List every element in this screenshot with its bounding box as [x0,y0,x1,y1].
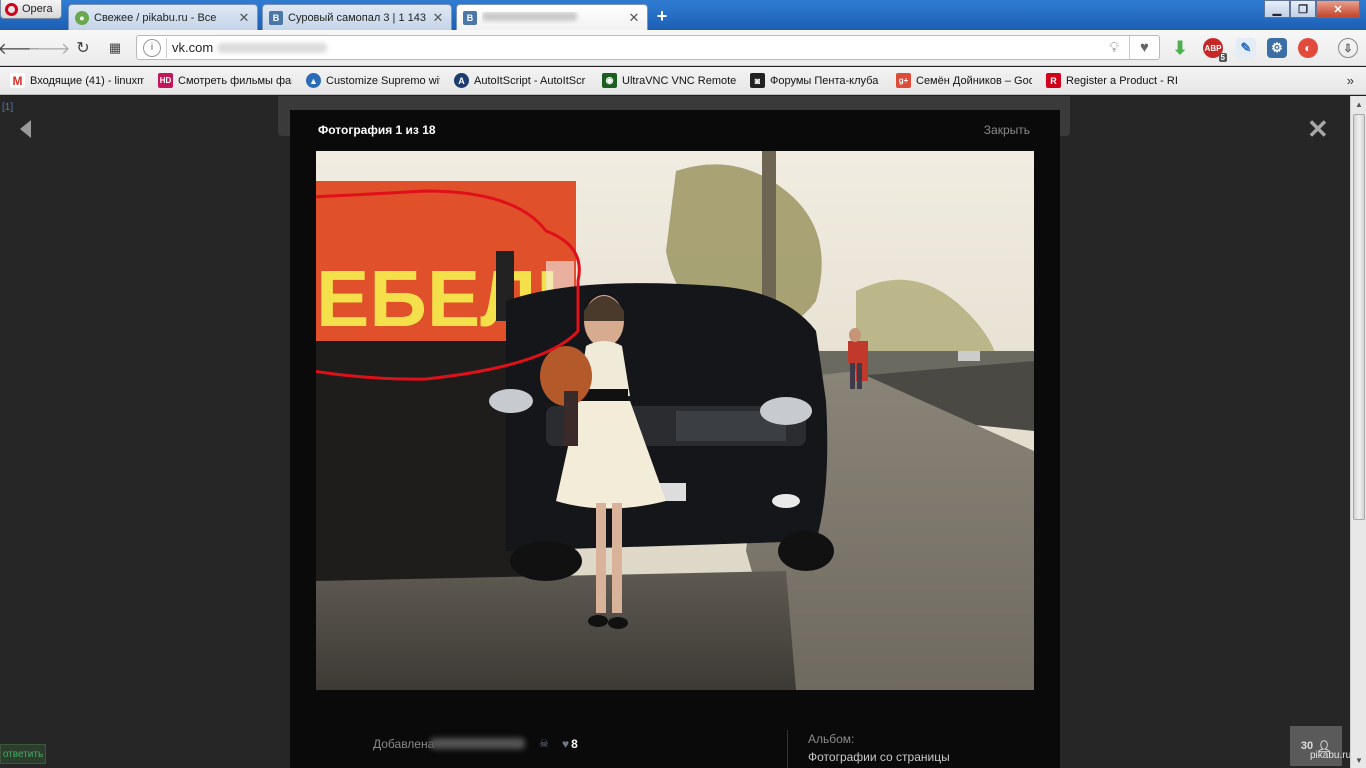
downloads-icon[interactable]: ⇩ [1338,38,1358,58]
tab-pikabu[interactable]: ● Свежее / pikabu.ru - Все ✕ [68,4,258,30]
download-arrow-icon[interactable]: ⬇ [1170,38,1190,58]
navigation-bar: 🡐 🡒 ↻ ▦ i vk.com 💡︎ ♥ ⬇ ABP 5 ✎ ⚙ ◐ ⇩ [0,30,1366,66]
background-ticker: [1] [2,102,14,113]
bookmark-item[interactable]: g+ Семён Дойников – Goo [896,73,1032,88]
gmail-icon: M [10,73,25,88]
bookmark-item[interactable]: HD Смотреть фильмы фан [158,73,292,88]
bookmark-label: Customize Supremo with [326,74,440,87]
bookmark-item[interactable]: A AutoItScript - AutoItScr [454,73,588,88]
site-info-icon[interactable]: i [143,38,161,57]
bookmark-label: AutoItScript - AutoItScr [474,74,586,87]
address-bar[interactable]: i vk.com 💡︎ ♥ [136,35,1160,60]
abp-label: ABP [1204,43,1222,53]
bookmark-item[interactable]: M Входящие (41) - linuxm [10,73,144,88]
added-label: Добавлена [373,737,435,751]
tab-title-blurred [482,11,622,24]
close-link[interactable]: Закрыть [984,123,1030,137]
pikabu-watermark: pikabu.ru [1310,750,1350,761]
blurred-title [482,11,577,21]
pencil-icon[interactable]: ✎ [1236,38,1256,58]
close-viewer-icon[interactable]: ✕ [1307,116,1329,142]
address-separator [166,37,167,58]
gplus-icon: g+ [896,73,911,88]
autoit-icon: A [454,73,469,88]
window-controls: ▁ ❐ ✕ [1264,0,1360,18]
bookmark-label: UltraVNC VNC Remote S [622,74,736,87]
photo-image: ЕБЕЛЬ [316,151,1034,690]
album-link[interactable]: Фотографии со страницы [808,750,950,764]
new-tab-button[interactable]: + [653,7,671,26]
page-content: [1] ответить ✕ Фотография 1 из 18 Закрыт… [0,96,1350,768]
bookmarks-overflow-chevron-icon[interactable]: » [1347,73,1354,88]
vk-favicon-icon: В [463,10,477,25]
tab-vk-active[interactable]: В ✕ [456,4,648,30]
opera-menu-label: Opera [22,3,53,15]
opera-logo-icon [5,2,18,16]
abp-badge: 5 [1218,53,1227,62]
bookmark-label: Входящие (41) - linuxm [30,74,144,87]
scroll-down-arrow-icon[interactable]: ▼ [1351,752,1366,768]
speed-dial-grid-icon[interactable]: ▦ [104,38,126,58]
background-reply-button[interactable]: ответить [0,744,46,764]
adblock-plus-icon[interactable]: ABP 5 [1203,38,1227,62]
bookmark-label: Register a Product - RI [1066,74,1178,87]
photo[interactable]: ЕБЕЛЬ [316,151,1034,690]
photo-info-bar: Добавлена ☠ ♥ 8 Альбом: Фотографии со ст… [290,710,1060,768]
info-divider [787,730,788,768]
scroll-up-arrow-icon[interactable]: ▲ [1351,96,1366,112]
likes-count: 8 [571,737,578,751]
bookmark-item[interactable]: ◙ Форумы Пента-клуба [750,73,882,88]
tab-title: Свежее / pikabu.ru - Все [94,11,217,24]
pocket-icon[interactable]: ◐ [1298,38,1318,58]
photo-viewer: Фотография 1 из 18 Закрыть ЕБЕЛЬ Добавле… [290,110,1060,768]
hd-icon: HD [158,73,173,88]
browser-window: Opera ● Свежее / pikabu.ru - Все ✕ В Сур… [0,0,1366,768]
album-label: Альбом: [808,732,855,746]
bookmarks-bar: M Входящие (41) - linuxm HD Смотреть фильм… [0,67,1366,95]
minimize-button[interactable]: ▁ [1264,0,1290,18]
ri-icon: R [1046,73,1061,88]
vnc-icon: ◉ [602,73,617,88]
bookmark-item[interactable]: ◉ UltraVNC VNC Remote S [602,73,736,88]
camera-icon: ◙ [750,73,765,88]
photo-counter: Фотография 1 из 18 [318,123,436,137]
bookmark-label: Семён Дойников – Goo [916,74,1032,87]
supremo-icon: ▲ [306,73,321,88]
address-url[interactable]: vk.com [172,40,213,55]
blurred-date [430,738,525,749]
scroll-thumb[interactable] [1353,114,1365,520]
tab-vk-samopal[interactable]: В Суровый самопал 3 | 1 143 ✕ [262,4,452,30]
tab-bar: Opera ● Свежее / pikabu.ru - Все ✕ В Сур… [0,0,1366,30]
bookmark-item[interactable]: R Register a Product - RI [1046,73,1180,88]
vertical-scrollbar[interactable]: ▲ ▼ [1350,96,1366,768]
tab-title: Суровый самопал 3 | 1 143 [288,11,426,24]
heart-icon: ♥ [562,737,570,751]
bookmark-label: Форумы Пента-клуба [770,74,879,87]
pikabu-favicon-icon: ● [75,10,89,25]
bookmark-item[interactable]: ▲ Customize Supremo with [306,73,440,88]
skull-icon: ☠ [539,738,549,750]
like-button[interactable]: ♥ 8 [562,737,578,751]
blurred-url-part [217,42,328,53]
maximize-button[interactable]: ❐ [1290,0,1316,18]
window-close-button[interactable]: ✕ [1316,0,1360,18]
opera-menu-button[interactable]: Opera [0,0,62,19]
previous-photo-arrow-icon[interactable] [20,120,31,138]
lightbulb-icon[interactable]: 💡︎ [1109,39,1119,56]
close-tab-icon[interactable]: ✕ [431,10,445,26]
close-tab-icon[interactable]: ✕ [627,10,641,26]
forward-button[interactable]: 🡒 [28,38,71,58]
bookmark-label: Смотреть фильмы фан [178,74,292,87]
close-tab-icon[interactable]: ✕ [237,10,251,26]
reload-button[interactable]: ↻ [72,38,94,58]
vk-favicon-icon: В [269,10,283,25]
stash-heart-icon[interactable]: ♥ [1129,36,1159,59]
gear-icon[interactable]: ⚙ [1267,38,1287,58]
